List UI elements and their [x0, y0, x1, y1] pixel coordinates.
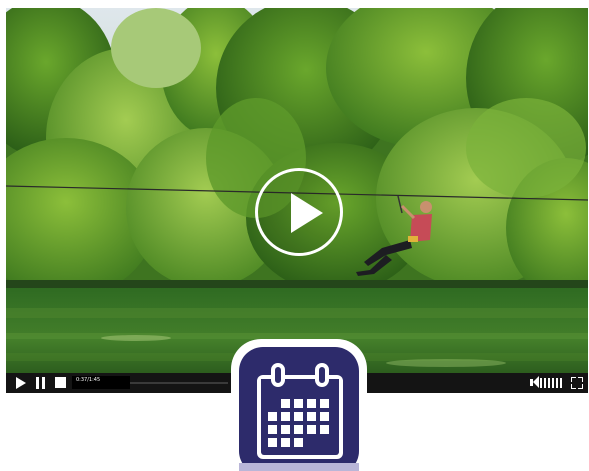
page: 0:37/1:45 [0, 0, 589, 471]
stop-icon [55, 377, 66, 388]
play-icon [291, 193, 323, 233]
seek-bar[interactable] [130, 382, 228, 384]
volume-level[interactable] [540, 378, 562, 388]
pause-button[interactable] [34, 373, 48, 393]
stop-button[interactable] [54, 373, 68, 393]
big-play-button[interactable] [255, 168, 343, 256]
video-player[interactable] [6, 8, 588, 392]
time-display: 0:37/1:45 [72, 376, 130, 389]
time-text: 0:37/1:45 [76, 377, 101, 383]
volume-button[interactable] [530, 373, 564, 393]
pause-icon [36, 377, 39, 389]
play-button[interactable] [14, 373, 30, 393]
play-icon [16, 377, 26, 389]
fullscreen-icon [571, 377, 576, 382]
calendar-icon [239, 347, 359, 471]
calendar-badge[interactable] [231, 339, 367, 471]
fullscreen-button[interactable] [571, 373, 583, 393]
